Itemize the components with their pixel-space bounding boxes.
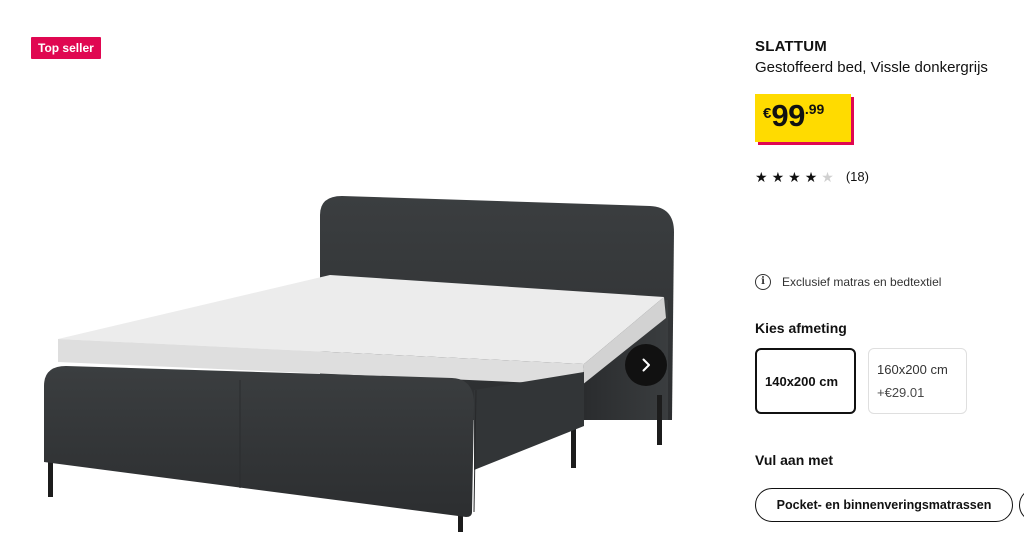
price-decimals: .99	[804, 101, 825, 117]
chevron-right-icon	[642, 358, 650, 372]
product-name: SLATTUM	[755, 38, 827, 55]
exclusion-note-text: Exclusief matras en bedtextiel	[782, 275, 942, 289]
size-option-160x200[interactable]: 160x200 cm +€29.01	[868, 348, 967, 414]
bed-product-image	[44, 196, 674, 532]
star-filled-icon: ★	[804, 168, 818, 185]
info-icon: i	[755, 274, 771, 290]
size-option-label: 160x200 cm	[877, 362, 948, 377]
price-currency: €	[763, 105, 772, 122]
size-option-140x200[interactable]: 140x200 cm	[755, 348, 856, 414]
star-filled-icon: ★	[771, 168, 785, 185]
star-empty-icon: ★	[821, 168, 834, 185]
review-count: (18)	[845, 169, 869, 184]
product-info-panel: SLATTUM Gestoffeerd bed, Vissle donkergr…	[755, 0, 1024, 543]
next-category-pill[interactable]	[1019, 488, 1024, 522]
rating-link[interactable]: ★ ★ ★ ★ ★ (18)	[755, 169, 869, 184]
size-option-surcharge: +€29.01	[877, 385, 925, 400]
price-tag: € 99 .99	[755, 94, 854, 145]
price-box: € 99 .99	[755, 94, 851, 142]
next-image-button[interactable]	[625, 344, 667, 386]
price-integer: 99	[771, 98, 805, 133]
mattress-category-pill[interactable]: Pocket- en binnenveringsmatrassen	[755, 488, 1013, 522]
product-gallery: Top seller	[0, 0, 700, 543]
product-description: Gestoffeerd bed, Vissle donkergrijs	[755, 59, 988, 76]
size-heading: Kies afmeting	[755, 320, 847, 336]
size-option-label: 140x200 cm	[765, 373, 839, 389]
exclusion-note: i Exclusief matras en bedtextiel	[755, 274, 941, 290]
star-filled-icon: ★	[755, 168, 768, 185]
star-filled-icon: ★	[788, 168, 801, 185]
rating-stars: ★ ★ ★ ★ ★	[755, 170, 834, 184]
complement-heading: Vul aan met	[755, 452, 834, 468]
